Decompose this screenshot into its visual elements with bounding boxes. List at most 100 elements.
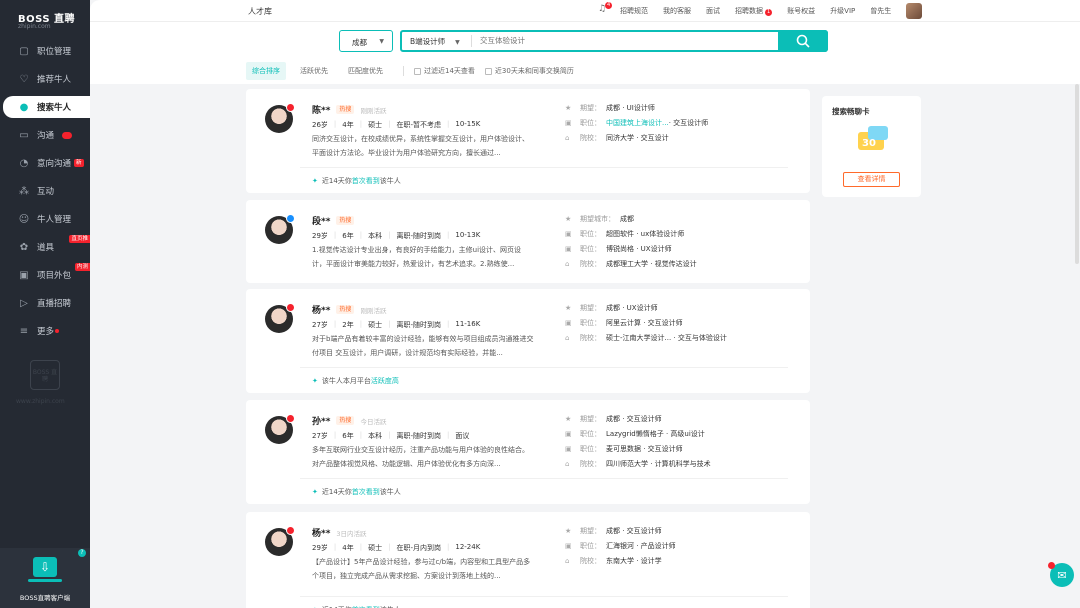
separator: | [388, 431, 391, 439]
sidebar-item-recommend[interactable]: ♡ 推荐牛人 [0, 68, 90, 90]
info-value: 硕士-江南大学设计... · 交互与体验设计 [606, 333, 727, 342]
help-icon[interactable]: ? [78, 549, 86, 557]
candidate-info: ★ 期望： 成都 · 交互设计师 ▣ 职位： Lazygrid懒惰格子 · 高级… [564, 411, 804, 471]
info-label: 职位： [580, 444, 601, 453]
candidate-card[interactable]: 陈** 热搜 刚刚活跃 26岁 | 4年 | 硕士 | 在职-暂不考虑 | 10-15K 同济交互… [246, 89, 810, 193]
link-interview[interactable]: 面试 [706, 6, 720, 16]
candidate-info: ★ 期望城市： 成都 ▣ 职位： 超图软件 · ux体验设计师 ▣ 职位： 博锐… [564, 211, 804, 271]
checkbox-icon [484, 67, 492, 75]
gender-mark [286, 526, 295, 535]
search-area: 成都 ▼ B端设计师 ▼ 综合排序 活跃优先 匹配度优先 过滤近14天查看 近30… [90, 22, 1080, 84]
active-status: 刚刚活跃 [360, 106, 387, 115]
candidate-card[interactable]: 杨** 3日内活跃 29岁 | 4年 | 硕士 | 在职-月内到岗 | 12-24K 【产品设计】… [246, 512, 810, 608]
link-account-benefits[interactable]: 账号权益 [787, 6, 815, 16]
footer-highlight: 首次看到 [351, 488, 380, 496]
checkbox-label: 过滤近14天查看 [424, 67, 475, 75]
separator: | [359, 320, 363, 328]
sidebar-item-label: 意向沟通 [37, 159, 72, 169]
menu-icon: ≡ [19, 325, 29, 337]
company-link[interactable]: 中国建筑上海设计... [606, 118, 669, 128]
info-value: 成都 · 交互设计师 [606, 414, 662, 423]
star-icon: ★ [565, 214, 572, 223]
info-label: 职位： [580, 229, 601, 238]
sidebar-item-talent-manage[interactable]: ☺ 牛人管理 [0, 208, 90, 230]
tab-active-first[interactable]: 活跃优先 [294, 62, 334, 80]
attr-value: 离职-随时到岗 [396, 432, 441, 440]
separator: | [447, 431, 450, 439]
filter-exchanged-checkbox[interactable]: 近30天未和同事交换简历 [484, 66, 574, 76]
sidebar-item-more[interactable]: ≡ 更多 [0, 320, 90, 342]
chat-bubble-icon: ✉ [1057, 568, 1067, 582]
separator: | [333, 431, 337, 439]
sidebar-item-live[interactable]: ▷ 直播招聘 [0, 292, 90, 314]
active-status: 今日活跃 [360, 417, 387, 426]
link-upgrade-vip[interactable]: 升级VIP [830, 6, 855, 16]
footer-highlight: 活跃度高 [370, 377, 399, 385]
checkbox-label: 近30天未和同事交换简历 [494, 67, 574, 75]
search-button[interactable] [778, 30, 828, 52]
separator: | [447, 320, 450, 328]
chat-fab-button[interactable]: ✉ [1048, 562, 1074, 587]
tab-match-first[interactable]: 匹配度优先 [342, 62, 389, 80]
city-select[interactable]: 成都 ▼ [339, 30, 393, 52]
candidate-card[interactable]: 段** 热搜 29岁 | 6年 | 本科 | 离职-随时到岗 | 10-13K 1.视觉传达设计专… [246, 200, 810, 283]
info-label: 期望： [580, 303, 601, 312]
download-base [28, 579, 62, 582]
search-input[interactable] [480, 36, 780, 45]
info-row: ⌂ 院校： 四川师范大学 · 计算机科学与技术 [564, 456, 804, 471]
candidate-description: 同济交互设计，在校成绩优异，系统性掌握交互设计，用户体验设计、平面设计方法论。毕… [312, 135, 529, 157]
job-icon: ▣ [565, 429, 572, 438]
info-label: 期望： [580, 526, 601, 535]
candidate-info: ★ 期望： 成都 · UI设计师 ▣ 职位： 中国建筑上海设计... · 交互设… [564, 100, 804, 145]
footer-highlight: 首次看到 [351, 177, 380, 185]
bell-icon[interactable]: ♫ 4 [598, 2, 613, 15]
info-label: 院校： [580, 333, 601, 342]
link-recruit-rules[interactable]: 招聘规范 [620, 6, 648, 16]
attr-value: 本科 [368, 232, 383, 240]
candidate-card[interactable]: 孙** 热搜 今日活跃 27岁 | 6年 | 本科 | 离职-随时到岗 | 面议 多年互联网行业交… [246, 400, 810, 504]
school-icon: ⌂ [565, 459, 570, 468]
separator: | [388, 231, 391, 239]
link-customer-service[interactable]: 我的客服 [663, 6, 691, 16]
user-avatar[interactable] [906, 3, 922, 19]
user-name[interactable]: 曾先生 [870, 6, 891, 16]
school-icon: ⌂ [565, 133, 570, 142]
sidebar-item-chat[interactable]: ▭ 沟通 [0, 124, 90, 146]
sidebar-item-label: 项目外包 [37, 271, 72, 281]
sidebar-item-intent[interactable]: ◔ 意向沟通 新 [0, 152, 90, 174]
job-icon: ▣ [565, 541, 572, 550]
sidebar-item-interact[interactable]: ⁂ 互动 [0, 180, 90, 202]
sidebar-item-label: 牛人管理 [37, 215, 72, 225]
tab-comprehensive[interactable]: 综合排序 [246, 62, 286, 80]
chat-icon: ▭ [19, 129, 29, 141]
filter-viewed-checkbox[interactable]: 过滤近14天查看 [414, 66, 475, 76]
sidebar-item-jobs[interactable]: ▢ 职位管理 [0, 40, 90, 62]
candidate-description: 多年互联网行业交互设计经历，注重产品功能与用户体验的良性结合。对产品整体视觉风格… [312, 446, 529, 468]
separator: | [333, 231, 337, 239]
sidebar-item-label: 职位管理 [37, 47, 72, 57]
candidate-card[interactable]: 杨** 热搜 刚刚活跃 27岁 | 2年 | 硕士 | 离职-随时到岗 | 11-16K 对于b端… [246, 289, 810, 393]
separator: | [359, 231, 363, 239]
info-label: 职位： [580, 244, 601, 253]
avatar [265, 414, 295, 444]
props-icon: ✿ [19, 241, 29, 253]
school-icon: ⌂ [565, 333, 570, 342]
live-icon: ▷ [20, 297, 28, 309]
hot-badge: 热搜 [336, 216, 355, 225]
attr-value: 12-24K [455, 543, 481, 551]
download-client-button[interactable]: ⇩ BOSS直聘客户端 [0, 548, 90, 608]
candidate-description: 对于b端产品有着较丰富的设计经验，能够有效与项目组成员沟通推进交付项目 交互设计… [312, 335, 534, 357]
sidebar-item-label: 推荐牛人 [37, 75, 72, 85]
link-recruit-data[interactable]: 招聘数据 1 [735, 6, 773, 16]
attr-value: 10-13K [455, 231, 481, 239]
keyword-type-select[interactable]: B端设计师 ▼ [410, 36, 460, 47]
name-row: 杨** 3日内活跃 [312, 526, 367, 539]
info-value: 汇海银河 · 产品设计师 [606, 541, 676, 550]
sidebar-item-search[interactable]: ● 搜索牛人 [3, 96, 90, 118]
promo-detail-button[interactable]: 查看详情 [843, 172, 900, 187]
candidate-name: 段** [312, 217, 331, 227]
scrollbar[interactable] [1075, 84, 1079, 264]
info-row: ▣ 职位： 阿里云计算 · 交互设计师 [564, 315, 804, 330]
job-icon: ▣ [565, 118, 572, 127]
attr-value: 11-16K [455, 320, 481, 328]
